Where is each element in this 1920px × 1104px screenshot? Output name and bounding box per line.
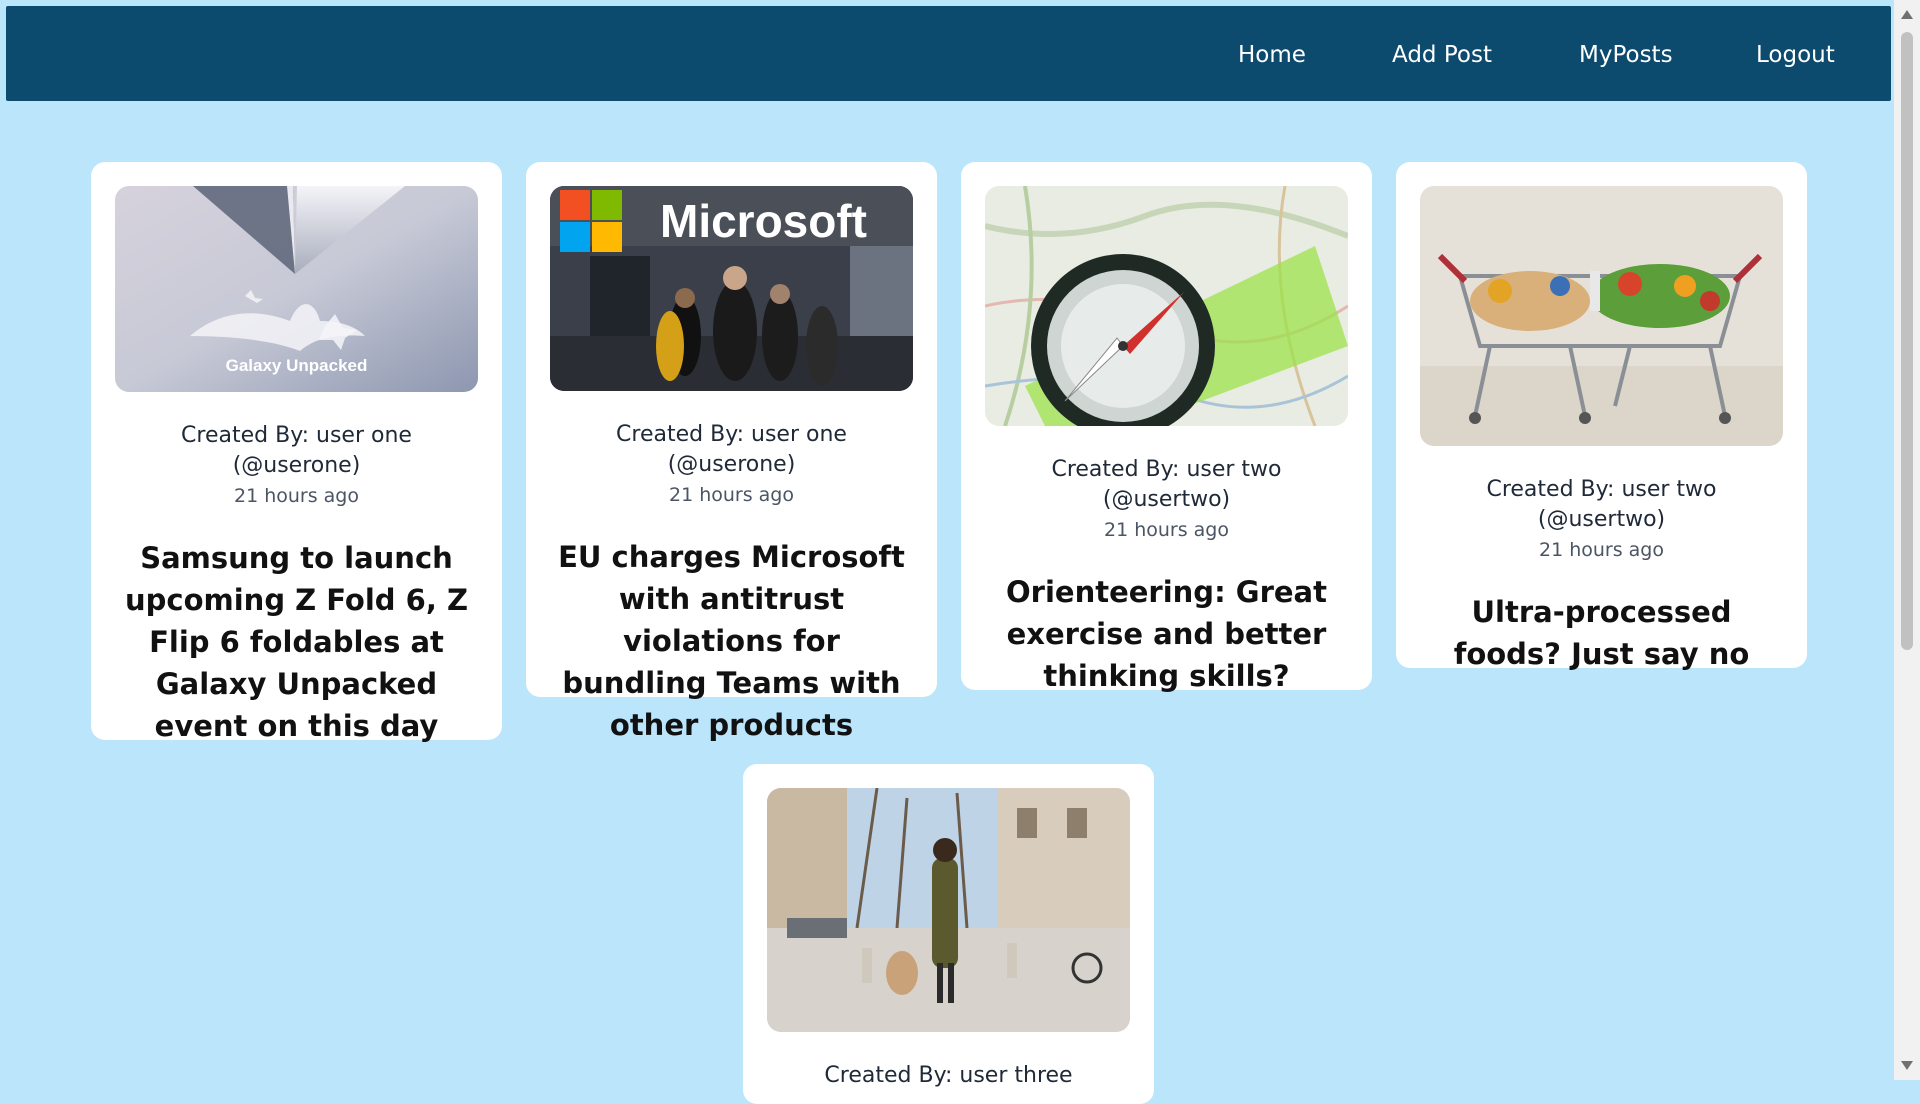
post-timestamp: 21 hours ago: [668, 484, 794, 506]
image-caption-text: Galaxy Unpacked: [225, 356, 368, 375]
post-card[interactable]: Created By: user two (@usertwo) 21 hours…: [961, 162, 1372, 693]
post-image[interactable]: [985, 186, 1348, 426]
post-title[interactable]: Samsung to launch upcoming Z Fold 6, Z F…: [115, 537, 478, 747]
post-title[interactable]: EU charges Microsoft with antitrust viol…: [550, 536, 913, 746]
post-timestamp: 21 hours ago: [233, 485, 359, 507]
post-author: Created By: user three: [824, 1063, 1073, 1088]
post-image[interactable]: Galaxy Unpacked: [115, 186, 478, 392]
page-scrollbar[interactable]: [1894, 0, 1920, 1080]
image-caption-text: Microsoft: [660, 195, 867, 247]
scrollbar-thumb[interactable]: [1901, 32, 1913, 650]
post-author: Created By: user two (@usertwo): [1051, 457, 1282, 512]
scroll-up-arrow-icon[interactable]: [1901, 10, 1913, 19]
post-author: Created By: user one (@userone): [181, 423, 412, 478]
post-card[interactable]: Galaxy Unpacked Created By: user one (@u…: [91, 162, 502, 743]
post-image[interactable]: [1420, 186, 1783, 446]
nav-myposts-link[interactable]: MyPosts: [1579, 6, 1673, 101]
post-card[interactable]: Microsoft Created By: user one (@userone…: [526, 162, 937, 742]
scroll-down-arrow-icon[interactable]: [1901, 1061, 1913, 1070]
post-timestamp: 21 hours ago: [1103, 519, 1229, 541]
nav-home-link[interactable]: Home: [1238, 6, 1306, 101]
post-image[interactable]: Microsoft: [550, 186, 913, 391]
post-timestamp: 21 hours ago: [1538, 539, 1664, 561]
post-author: Created By: user one (@userone): [616, 422, 847, 477]
nav-logout-link[interactable]: Logout: [1756, 6, 1835, 101]
navbar: Home Add Post MyPosts Logout: [6, 6, 1891, 101]
post-image[interactable]: [767, 788, 1130, 1032]
post-title[interactable]: Orienteering: Great exercise and better …: [985, 571, 1348, 697]
nav-add-post-link[interactable]: Add Post: [1392, 6, 1492, 101]
post-card[interactable]: Created By: user two (@usertwo) 21 hours…: [1396, 162, 1807, 671]
post-card[interactable]: Created By: user three: [743, 764, 1154, 1104]
post-author: Created By: user two (@usertwo): [1486, 477, 1717, 532]
post-title[interactable]: Ultra-processed foods? Just say no: [1420, 591, 1783, 675]
